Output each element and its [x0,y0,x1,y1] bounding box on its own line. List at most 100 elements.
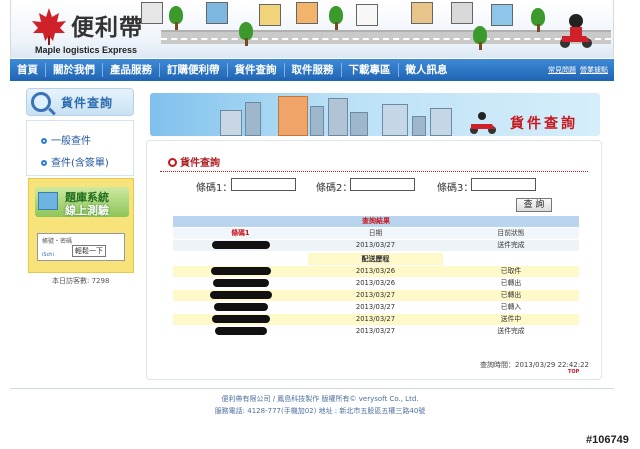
promo-box-button[interactable]: 輕鬆一下 [72,245,106,257]
visitor-count: 本日訪客數: 7298 [52,277,110,285]
back-to-top-link[interactable]: TOP [568,369,579,375]
history-title: 配送歷程 [308,253,443,265]
footer-contact: 服務電話: 4128-777(手機加02) 地址 : 新北市五股區五權三路40號 [214,407,426,415]
table-row: 2013/03/26 已取件 [173,266,579,277]
redacted-barcode [173,278,308,289]
tree-icon [329,6,343,30]
sidebar-menu: 一般查件 查件(含簽單) [26,120,134,176]
promo-banner: 題庫系統 線上測驗 [35,187,129,217]
sidebar-item-label: 一般查件 [51,136,91,147]
barcode3-label: 條碼3： [437,183,474,194]
house-icon [141,2,163,24]
summary-status: 送件完成 [497,241,525,249]
nav-item-tracking[interactable]: 貨件查詢 [228,63,285,77]
summary-date: 2013/03/27 [355,241,396,249]
redacted-barcode [173,302,308,313]
search-button[interactable]: 查 詢 [516,198,552,212]
site-header: 便利帶 Maple logistics Express [10,0,614,58]
divider [160,171,588,172]
redacted-barcode [173,240,308,251]
barcode1-label: 條碼1： [196,183,233,194]
redacted-barcode [173,266,308,277]
column-header: 目前狀態 [497,229,525,237]
history-status: 已取件 [500,267,522,275]
faq-link[interactable]: 常見問題 [548,65,576,75]
column-header: 條碼1 [231,229,250,237]
building-shape [412,116,426,136]
locations-link[interactable]: 營業據點 [580,65,608,75]
table-row: 2013/03/27 已轉出 [173,290,579,301]
nav-item-about[interactable]: 關於我們 [46,63,103,77]
barcode3-input[interactable] [471,178,536,191]
promo-line2: 線上測驗 [65,204,109,217]
nav-item-pickup[interactable]: 取件服務 [285,63,342,77]
brand-title[interactable]: 便利帶 [71,8,143,42]
history-status: 已轉出 [500,279,522,287]
nav-utility-links: 常見問題 營業據點 [548,65,614,75]
building-shape [382,104,408,136]
redacted-barcode [173,290,308,301]
main-nav: 首頁 關於我們 產品服務 訂購便利帶 貨件查詢 取件服務 下載專區 徵人訊息 常… [10,59,614,81]
building-shape [278,96,308,136]
tree-icon [473,26,487,50]
history-date: 2013/03/26 [355,279,396,287]
house-icon [491,4,513,26]
barcode2-label: 條碼2： [316,183,353,194]
nav-item-order[interactable]: 訂購便利帶 [160,63,228,77]
history-status: 送件中 [500,315,522,323]
footer-divider [10,388,614,389]
barcode1-input[interactable] [231,178,296,191]
building-shape [430,108,452,136]
footer-copyright: 便利帶有限公司 / 鳳島科技製作 版權所有© verysoft Co., Ltd… [221,395,419,403]
redacted-barcode [173,326,308,337]
table-row: 2013/03/27 送件中 [173,314,579,325]
tree-icon [239,22,253,46]
online-quiz-promo[interactable]: 題庫系統 線上測驗 帳號・密碼 輕鬆一下 iSchi [28,178,134,273]
table-header-row: 條碼1 日期 目前狀態 [173,228,579,239]
history-status: 已轉入 [500,303,522,311]
panel-title-text: 貨件查詢 [180,158,220,169]
results-title: 查詢結果 [173,216,579,227]
table-row: 2013/03/27 送件完成 [173,326,579,337]
sidebar-item-tracking-signature[interactable]: 查件(含簽單) [41,154,109,169]
building-shape [220,110,242,136]
building-shape [350,112,368,136]
sidebar-item-general-tracking[interactable]: 一般查件 [41,132,91,147]
computer-icon [38,192,58,210]
history-date: 2013/03/27 [355,315,396,323]
sidebar-heading-text: 貨件查詢 [61,96,114,110]
maple-leaf-icon [32,8,66,45]
house-icon [206,2,228,24]
tree-icon [531,8,545,32]
nav-item-home[interactable]: 首頁 [10,63,46,77]
bullet-icon [41,160,47,166]
sidebar-item-label: 查件(含簽單) [51,158,109,169]
promo-box-brand: iSchi [42,252,54,258]
delivery-scooter-icon [560,14,592,48]
nav-item-products[interactable]: 產品服務 [103,63,160,77]
bullet-icon [41,138,47,144]
title-circle-icon [168,158,177,167]
road-illustration [161,30,611,44]
history-status: 送件完成 [497,327,525,335]
delivery-scooter-icon [470,112,496,134]
promo-box-text: 帳號・密碼 [42,238,73,245]
history-date: 2013/03/26 [355,267,396,275]
sidebar-heading: 貨件查詢 [26,88,134,116]
house-icon [296,2,318,24]
column-header: 日期 [368,229,383,237]
building-shape [328,98,348,136]
house-icon [411,2,433,24]
watermark-id: #106749 [586,434,629,446]
history-date: 2013/03/27 [355,291,396,299]
nav-item-jobs[interactable]: 徵人訊息 [399,63,455,77]
barcode2-input[interactable] [350,178,415,191]
building-shape [245,102,261,136]
panel-title: 貨件查詢 [168,154,220,169]
nav-item-downloads[interactable]: 下載專區 [342,63,399,77]
brand-subtitle: Maple logistics Express [35,45,138,55]
table-row: 2013/03/26 已轉出 [173,278,579,289]
house-icon [259,4,281,26]
house-icon [356,4,378,26]
tree-icon [169,6,183,30]
